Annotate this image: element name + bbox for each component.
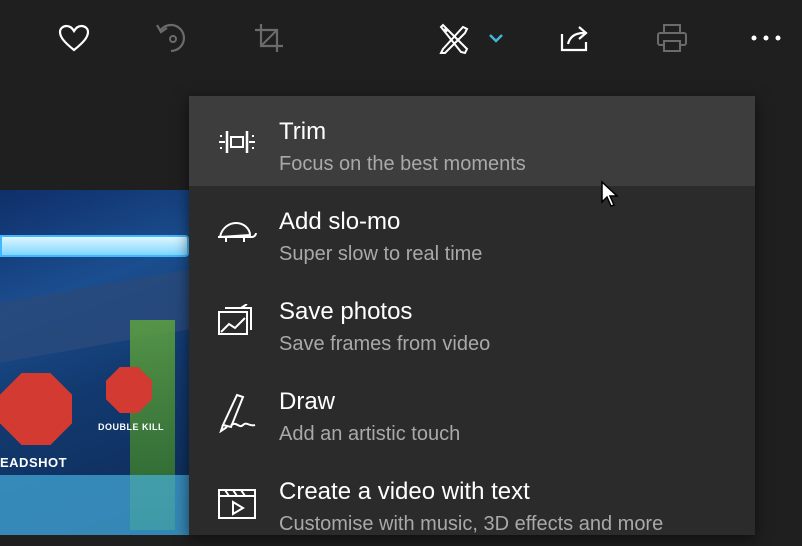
menu-item-subtitle: Focus on the best moments	[279, 153, 526, 175]
edit-create-dropdown[interactable]	[478, 18, 514, 58]
crop-button[interactable]	[249, 18, 289, 58]
menu-item-title: Trim	[279, 118, 327, 145]
menu-item-save-photos[interactable]: Save photos Save frames from video	[189, 276, 755, 366]
rotate-icon	[156, 23, 186, 53]
print-icon	[657, 24, 687, 52]
chevron-down-icon	[489, 34, 503, 43]
menu-item-title: Draw	[279, 388, 336, 415]
menu-item-subtitle: Save frames from video	[279, 333, 491, 355]
headshot-badge-icon	[0, 373, 72, 445]
heart-icon	[58, 24, 90, 52]
menu-item-title: Add slo-mo	[279, 208, 401, 235]
edit-create-button[interactable]	[434, 18, 474, 58]
menu-item-title: Create a video with text	[279, 478, 530, 505]
share-button[interactable]	[555, 18, 595, 58]
menu-item-trim[interactable]: Trim Focus on the best moments	[189, 96, 755, 186]
mouse-cursor-icon	[601, 180, 619, 207]
menu-item-subtitle: Super slow to real time	[279, 243, 483, 265]
menu-item-draw[interactable]: Draw Add an artistic touch	[189, 366, 755, 456]
more-icon	[751, 35, 781, 41]
rotate-button[interactable]	[151, 18, 191, 58]
headshot-label: EADSHOT	[0, 455, 68, 470]
menu-item-subtitle: Add an artistic touch	[279, 423, 461, 445]
edit-create-icon	[439, 23, 469, 55]
edit-create-menu: Trim Focus on the best moments Add slo-m…	[189, 96, 755, 535]
menu-item-title: Save photos	[279, 298, 413, 325]
crop-icon	[255, 24, 283, 52]
menu-item-subtitle: Customise with music, 3D effects and mor…	[279, 513, 664, 535]
print-button[interactable]	[652, 18, 692, 58]
video-preview: EADSHOT DOUBLE KILL	[0, 190, 190, 535]
double-kill-label: DOUBLE KILL	[98, 422, 164, 432]
draw-pen-icon	[213, 393, 261, 433]
more-button[interactable]	[746, 18, 786, 58]
menu-item-slo-mo[interactable]: Add slo-mo Super slow to real time	[189, 186, 755, 276]
share-icon	[560, 26, 588, 52]
favorite-button[interactable]	[54, 18, 94, 58]
toolbar	[0, 0, 802, 80]
turtle-icon	[213, 214, 261, 250]
menu-item-video-with-text[interactable]: Create a video with text Customise with …	[189, 456, 755, 546]
trim-icon	[213, 124, 261, 160]
video-text-icon	[213, 484, 261, 520]
save-photos-icon	[213, 304, 261, 340]
